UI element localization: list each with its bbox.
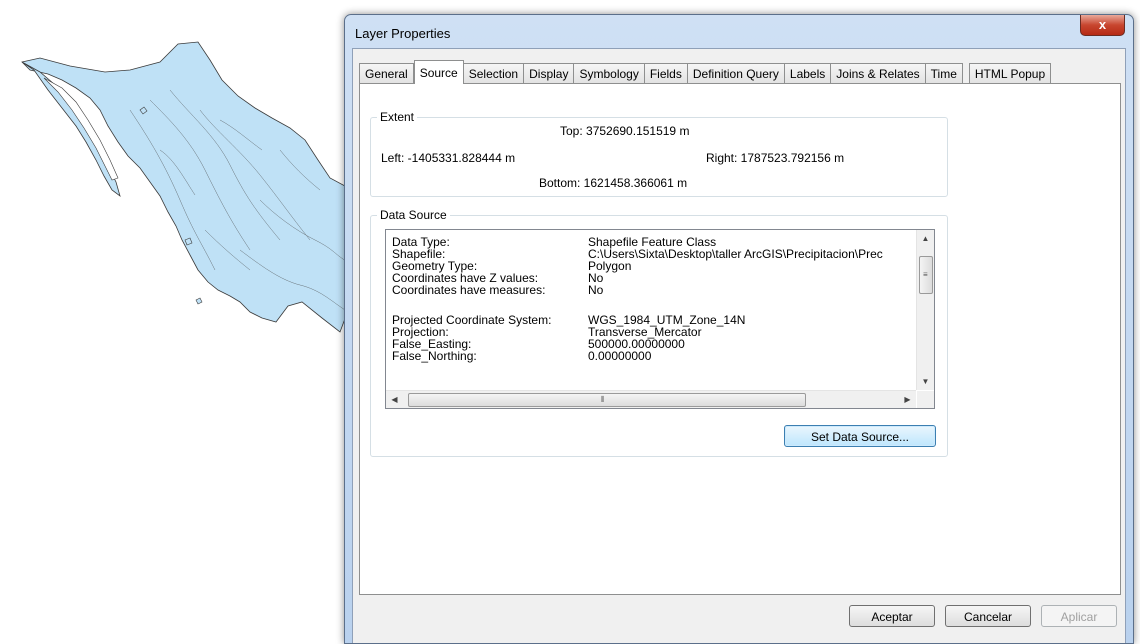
window-title: Layer Properties	[355, 26, 451, 41]
scrollbar-corner	[917, 391, 934, 408]
vertical-scroll-thumb[interactable]: ≡	[919, 256, 933, 294]
arrow-right-icon[interactable]: ▶	[899, 391, 916, 408]
extent-left: Left: -1405331.828444 m	[381, 151, 516, 165]
tab-fields[interactable]: Fields	[644, 63, 688, 85]
extent-group: Extent Top: 3752690.151519 m Left: -1405…	[370, 110, 948, 197]
horizontal-scrollbar[interactable]: ◀ ⦀ ▶	[386, 390, 916, 408]
tab-time[interactable]: Time	[925, 63, 963, 85]
tab-strip: General Source Selection Display Symbolo…	[359, 60, 1052, 85]
apply-button[interactable]: Aplicar	[1041, 605, 1117, 627]
extent-label: Extent	[377, 110, 418, 124]
tab-symbology[interactable]: Symbology	[574, 63, 645, 85]
extent-bottom: Bottom: 1621458.366061 m	[539, 176, 688, 190]
tab-source[interactable]: Source	[413, 60, 464, 84]
dialog-client-area: General Source Selection Display Symbolo…	[352, 48, 1126, 643]
arrow-left-icon[interactable]: ◀	[386, 391, 403, 408]
arrow-up-icon[interactable]: ▲	[917, 230, 934, 247]
extent-right: Right: 1787523.792156 m	[706, 151, 845, 165]
mexico-polygon-map	[21, 41, 353, 333]
data-source-group: Data Source Data Type: Shapefile Feature …	[370, 208, 948, 457]
grip-icon: ⦀	[601, 395, 605, 404]
title-bar[interactable]: Layer Properties x	[345, 15, 1133, 49]
cancel-button[interactable]: Cancelar	[945, 605, 1031, 627]
close-icon: x	[1098, 17, 1107, 32]
extent-top: Top: 3752690.151519 m	[560, 124, 690, 138]
data-source-rows: Data Type: Shapefile Feature Class Shapef…	[392, 235, 883, 363]
tab-labels[interactable]: Labels	[784, 63, 832, 85]
map-canvas[interactable]	[0, 0, 360, 360]
data-source-info-box[interactable]: Data Type: Shapefile Feature Class Shapef…	[385, 229, 935, 409]
layer-properties-window: Layer Properties x General Source Select…	[344, 14, 1134, 644]
tab-definition-query[interactable]: Definition Query	[687, 63, 785, 85]
data-source-label: Data Source	[377, 208, 450, 222]
source-tab-panel: Extent Top: 3752690.151519 m Left: -1405…	[359, 83, 1121, 595]
horizontal-scroll-thumb[interactable]: ⦀	[408, 393, 806, 407]
vertical-scrollbar[interactable]: ▲ ≡ ▼	[916, 230, 934, 390]
close-button[interactable]: x	[1080, 15, 1125, 36]
tab-html-popup[interactable]: HTML Popup	[968, 63, 1052, 85]
tab-joins-relates[interactable]: Joins & Relates	[831, 63, 926, 85]
arrow-down-icon[interactable]: ▼	[917, 373, 934, 390]
set-data-source-button[interactable]: Set Data Source...	[784, 425, 936, 447]
tab-display[interactable]: Display	[524, 63, 575, 85]
grip-icon: ≡	[923, 270, 928, 279]
ok-button[interactable]: Aceptar	[849, 605, 935, 627]
tab-general[interactable]: General	[359, 63, 414, 85]
tab-selection[interactable]: Selection	[463, 63, 525, 85]
